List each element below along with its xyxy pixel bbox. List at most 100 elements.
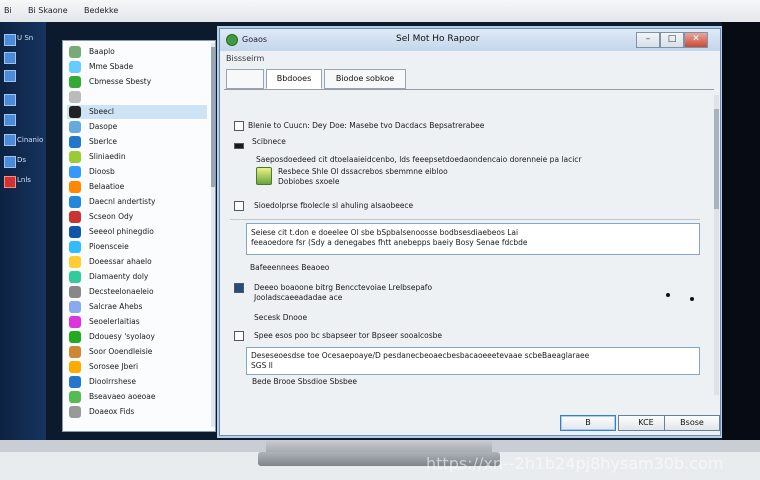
- taskbar-item[interactable]: [3, 92, 43, 106]
- nav-item-label: Diamaenty doly: [89, 272, 149, 281]
- field-text: Seiese cit t.don e doeelee Ol sbe bSpbal…: [251, 228, 519, 237]
- nav-item-icon: [69, 136, 81, 148]
- nav-item-icon: [69, 271, 81, 283]
- toolbar-label: Bissseirm: [226, 54, 265, 63]
- taskbar-item[interactable]: Cinanio: [3, 134, 43, 148]
- nav-item-label: Dioosb: [89, 167, 115, 176]
- nav-item[interactable]: Doeessar ahaelo: [67, 255, 207, 269]
- nav-item-icon: [69, 166, 81, 178]
- nav-item-label: Daecnl andertisty: [89, 197, 156, 206]
- nav-item-icon: [69, 316, 81, 328]
- nav-item[interactable]: Salcrae Ahebs: [67, 300, 207, 314]
- app-icon: [4, 156, 16, 168]
- nav-item-icon: [69, 361, 81, 373]
- app-icon: [4, 114, 16, 126]
- nav-item[interactable]: Mme Sbade: [67, 60, 207, 74]
- field-text: SGS ll: [251, 361, 273, 370]
- taskbar-item[interactable]: [3, 112, 43, 126]
- maximize-button[interactable]: □: [660, 32, 684, 48]
- nav-item[interactable]: Sbeecl: [67, 105, 207, 119]
- taskbar-item[interactable]: [3, 68, 43, 82]
- content-scroll-thumb[interactable]: [714, 109, 719, 209]
- indicator-dot: [690, 297, 694, 301]
- text-line: Sioedolprse fbolecle sl ahuling alsaobee…: [254, 201, 414, 210]
- ok-button[interactable]: B: [560, 415, 616, 431]
- minimize-button[interactable]: –: [636, 32, 660, 48]
- nav-item[interactable]: Baaplo: [67, 45, 207, 59]
- indicator-dot: [666, 293, 670, 297]
- menu-item-0[interactable]: Bi: [4, 6, 12, 15]
- nav-item-icon: [69, 46, 81, 58]
- nav-item[interactable]: Seeeol phinegdio: [67, 225, 207, 239]
- nav-item[interactable]: Decsteelonaeleio: [67, 285, 207, 299]
- tab-0[interactable]: [226, 69, 264, 89]
- nav-item-icon: [69, 106, 81, 118]
- nav-item-icon: [69, 211, 81, 223]
- nav-item[interactable]: Sberlce: [67, 135, 207, 149]
- tab-2[interactable]: Biodoe sobkoe: [324, 69, 406, 89]
- checkbox[interactable]: [234, 121, 244, 131]
- nav-item[interactable]: Belaatioe: [67, 180, 207, 194]
- menu-item-2[interactable]: Bedekke: [84, 6, 118, 15]
- taskbar-item[interactable]: Ds: [3, 154, 43, 168]
- checkbox[interactable]: [234, 331, 244, 341]
- nav-item-label: Seoelerlaitias: [89, 317, 140, 326]
- section-heading: Scibnece: [252, 137, 286, 146]
- nav-item[interactable]: Daecnl andertisty: [67, 195, 207, 209]
- nav-item-label: Decsteelonaeleio: [89, 287, 154, 296]
- nav-item-icon: [69, 151, 81, 163]
- nav-item-icon: [69, 241, 81, 253]
- nav-item[interactable]: Diamaenty doly: [67, 270, 207, 284]
- app-icon: [4, 176, 16, 188]
- nav-item-label: Pioensceie: [89, 242, 129, 251]
- app-label: Goaos: [242, 35, 268, 44]
- nav-item[interactable]: Dioolrrshese: [67, 375, 207, 389]
- nav-item-label: Seeeol phinegdio: [89, 227, 154, 236]
- description-field[interactable]: Seiese cit t.don e doeelee Ol sbe bSpbal…: [246, 223, 700, 255]
- nav-item[interactable]: Doaeox Fids: [67, 405, 207, 419]
- taskbar-item[interactable]: Lnls: [3, 174, 43, 188]
- taskbar-item[interactable]: [3, 50, 43, 64]
- nav-item-label: Salcrae Ahebs: [89, 302, 143, 311]
- tab-1[interactable]: Bbdooes: [266, 69, 322, 89]
- watermark: https://xn--2h1b24pj8hysam30b.com: [426, 454, 724, 473]
- text-line: Spee esos poo bc sbapseer tor Bpseer soo…: [254, 331, 443, 340]
- checkbox[interactable]: [234, 143, 244, 149]
- nav-item-label: Sliniaedin: [89, 152, 126, 161]
- nav-item-label: Doeessar ahaelo: [89, 257, 152, 266]
- nav-item-icon: [69, 226, 81, 238]
- menu-item-1[interactable]: Bi Skaone: [28, 6, 68, 15]
- nav-item-label: Mme Sbade: [89, 62, 134, 71]
- dialog-window: Goaos Sel Mot Ho Rapoor – □ ✕ Bissseirm …: [219, 28, 721, 436]
- nav-item[interactable]: Sliniaedin: [67, 150, 207, 164]
- title-bar[interactable]: Goaos Sel Mot Ho Rapoor – □ ✕: [220, 29, 720, 51]
- nav-item[interactable]: Pioensceie: [67, 240, 207, 254]
- nav-item-icon: [69, 376, 81, 388]
- notes-field[interactable]: Deseseoesdse toe Ocesaepoaye/D pesdanecb…: [246, 347, 700, 375]
- nav-item[interactable]: Dioosb: [67, 165, 207, 179]
- nav-item[interactable]: [67, 90, 207, 104]
- navigation-panel: Baaplo Mme Sbade Cbmesse Sbesty Sbeecl Dasop…: [62, 40, 216, 432]
- nav-item-label: Dioolrrshese: [89, 377, 136, 386]
- checkbox[interactable]: [234, 201, 244, 211]
- nav-scroll-thumb[interactable]: [211, 47, 215, 187]
- checkbox[interactable]: [234, 283, 244, 293]
- nav-item[interactable]: Dasope: [67, 120, 207, 134]
- toolbar: Bissseirm: [220, 51, 720, 67]
- nav-item[interactable]: Scseon Ody: [67, 210, 207, 224]
- field-text: Deseseoesdse toe Ocesaepoaye/D pesdanecb…: [251, 351, 590, 360]
- nav-item[interactable]: Bseavaeo aoeoae: [67, 390, 207, 404]
- nav-item[interactable]: Seoelerlaitias: [67, 315, 207, 329]
- nav-item-label: Sorosee Jberi: [89, 362, 139, 371]
- close-dialog-button[interactable]: Bsose: [664, 415, 720, 431]
- nav-item[interactable]: Cbmesse Sbesty: [67, 75, 207, 89]
- taskbar-item[interactable]: U Sn: [3, 32, 43, 46]
- text-line: Saeposdoedeed cit dtoelaaieidcenbo, lds …: [256, 155, 582, 164]
- nav-item-label: Sbeecl: [89, 107, 114, 116]
- nav-item[interactable]: Sorosee Jberi: [67, 360, 207, 374]
- nav-item-label: Cbmesse Sbesty: [89, 77, 152, 86]
- nav-item[interactable]: Soor Ooendleisie: [67, 345, 207, 359]
- nav-item[interactable]: Ddouesy 'syolaoy: [67, 330, 207, 344]
- nav-item-icon: [69, 61, 81, 73]
- close-button[interactable]: ✕: [684, 32, 708, 48]
